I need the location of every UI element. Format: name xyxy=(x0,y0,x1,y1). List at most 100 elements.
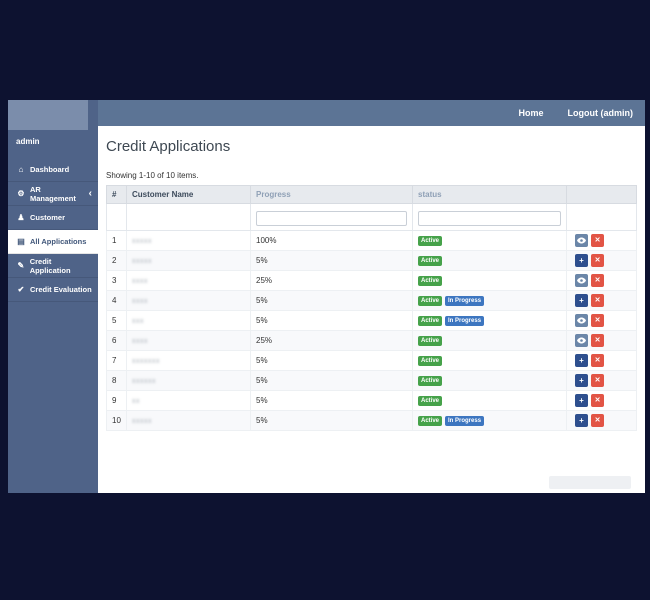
row-number: 9 xyxy=(106,390,127,411)
filter-cell-customer-name xyxy=(126,203,251,231)
status-cell: Active xyxy=(412,330,567,351)
home-link[interactable]: Home xyxy=(519,108,544,118)
progress-value: 25% xyxy=(250,270,413,291)
actions-cell: ✕ xyxy=(566,310,637,331)
customer-name-cell: xxxx xyxy=(126,270,251,291)
header-row: # Customer Name Progress status xyxy=(106,185,637,204)
row-number: 6 xyxy=(106,330,127,351)
customer-name-cell: xxxx xyxy=(126,290,251,311)
sidebar-item-customer[interactable]: ♟ Customer xyxy=(8,206,98,230)
actions-cell: + ✕ xyxy=(566,250,637,271)
filter-cell-actions xyxy=(566,203,637,231)
delete-button[interactable]: ✕ xyxy=(591,274,604,287)
table-row: 3 xxxx 25% Active ✕ xyxy=(106,270,637,291)
progress-value: 5% xyxy=(250,290,413,311)
active-badge: Active xyxy=(418,275,443,286)
add-button[interactable]: + xyxy=(575,254,588,267)
summary-text: Showing 1-10 of 10 items. xyxy=(106,171,199,180)
table-row: 8 xxxxxx 5% Active + ✕ xyxy=(106,370,637,391)
row-number: 7 xyxy=(106,350,127,371)
sidebar-item-label: Credit Evaluation xyxy=(30,285,92,294)
in-progress-badge: In Progress xyxy=(445,315,485,326)
x-icon: ✕ xyxy=(594,237,601,244)
sidebar-item-label: Dashboard xyxy=(30,165,70,174)
in-progress-badge: In Progress xyxy=(445,415,485,426)
table-row: 2 xxxxx 5% Active + ✕ xyxy=(106,250,637,271)
row-number: 8 xyxy=(106,370,127,391)
filter-cell-progress xyxy=(250,203,413,231)
add-button[interactable]: + xyxy=(575,374,588,387)
sidebar-item-ar-management[interactable]: ⚙ AR Management ‹ xyxy=(8,182,98,206)
table-body: 1 xxxxx 100% Active ✕ 2 xxxxx 5% Active + ✕ 3 xxxx 25… xyxy=(106,230,637,431)
delete-button[interactable]: ✕ xyxy=(591,394,604,407)
active-badge: Active xyxy=(418,235,443,246)
view-button[interactable] xyxy=(575,334,588,347)
status-cell: Active xyxy=(412,350,567,371)
x-icon: ✕ xyxy=(594,417,601,424)
progress-value: 5% xyxy=(250,250,413,271)
check-icon: ✔ xyxy=(17,285,25,294)
plus-icon: + xyxy=(579,295,584,305)
delete-button[interactable]: ✕ xyxy=(591,294,604,307)
table-row: 6 xxxx 25% Active ✕ xyxy=(106,330,637,351)
actions-cell: + ✕ xyxy=(566,350,637,371)
add-button[interactable]: + xyxy=(575,394,588,407)
delete-button[interactable]: ✕ xyxy=(591,234,604,247)
delete-button[interactable]: ✕ xyxy=(591,254,604,267)
sidebar-item-dashboard[interactable]: ⌂ Dashboard xyxy=(8,158,98,182)
sidebar-item-credit-application[interactable]: ✎ Credit Application xyxy=(8,254,98,278)
x-icon: ✕ xyxy=(594,397,601,404)
plus-icon: + xyxy=(579,355,584,365)
sidebar-item-all-applications[interactable]: ▤ All Applications xyxy=(8,230,98,254)
gear-icon: ⚙ xyxy=(17,189,25,198)
view-button[interactable] xyxy=(575,234,588,247)
list-icon: ▤ xyxy=(17,237,25,246)
x-icon: ✕ xyxy=(594,377,601,384)
active-badge: Active xyxy=(418,315,443,326)
delete-button[interactable]: ✕ xyxy=(591,414,604,427)
customer-name-cell: xxxx xyxy=(126,330,251,351)
column-header-progress[interactable]: Progress xyxy=(250,185,413,204)
eye-icon xyxy=(577,317,586,324)
sidebar-item-credit-evaluation[interactable]: ✔ Credit Evaluation xyxy=(8,278,98,302)
view-button[interactable] xyxy=(575,274,588,287)
add-button[interactable]: + xyxy=(575,414,588,427)
actions-cell: + ✕ xyxy=(566,410,637,431)
customer-name-cell: xx xyxy=(126,390,251,411)
view-button[interactable] xyxy=(575,314,588,327)
active-badge: Active xyxy=(418,415,443,426)
add-button[interactable]: + xyxy=(575,294,588,307)
actions-cell: ✕ xyxy=(566,270,637,291)
delete-button[interactable]: ✕ xyxy=(591,334,604,347)
progress-filter-input[interactable] xyxy=(256,211,407,226)
table-row: 9 xx 5% Active + ✕ xyxy=(106,390,637,411)
status-filter-input[interactable] xyxy=(418,211,561,226)
customer-name-redacted: xxxx xyxy=(132,338,148,345)
actions-cell: + ✕ xyxy=(566,370,637,391)
column-header-status[interactable]: status xyxy=(412,185,567,204)
customer-name-cell: xxxxxx xyxy=(126,370,251,391)
customer-name-redacted: xxxx xyxy=(132,298,148,305)
column-header-customer-name: Customer Name xyxy=(126,185,251,204)
customer-name-cell: xxx xyxy=(126,310,251,331)
logout-link[interactable]: Logout (admin) xyxy=(568,108,633,118)
table-row: 5 xxx 5% Active In Progress ✕ xyxy=(106,310,637,331)
delete-button[interactable]: ✕ xyxy=(591,354,604,367)
pagination-placeholder xyxy=(549,476,631,489)
sidebar-item-label: Credit Application xyxy=(29,256,71,275)
status-cell: Active xyxy=(412,370,567,391)
x-icon: ✕ xyxy=(594,337,601,344)
actions-cell: ✕ xyxy=(566,330,637,351)
sidebar-menu: ⌂ Dashboard ⚙ AR Management ‹ ♟ Customer ▤ All A… xyxy=(8,158,98,302)
delete-button[interactable]: ✕ xyxy=(591,374,604,387)
status-cell: Active In Progress xyxy=(412,290,567,311)
sidebar-username: admin xyxy=(16,137,40,146)
x-icon: ✕ xyxy=(594,257,601,264)
delete-button[interactable]: ✕ xyxy=(591,314,604,327)
main-content: Credit Applications Showing 1-10 of 10 i… xyxy=(98,126,645,493)
add-button[interactable]: + xyxy=(575,354,588,367)
row-number: 10 xyxy=(106,410,127,431)
row-number: 2 xyxy=(106,250,127,271)
row-number: 1 xyxy=(106,230,127,251)
actions-cell: ✕ xyxy=(566,230,637,251)
